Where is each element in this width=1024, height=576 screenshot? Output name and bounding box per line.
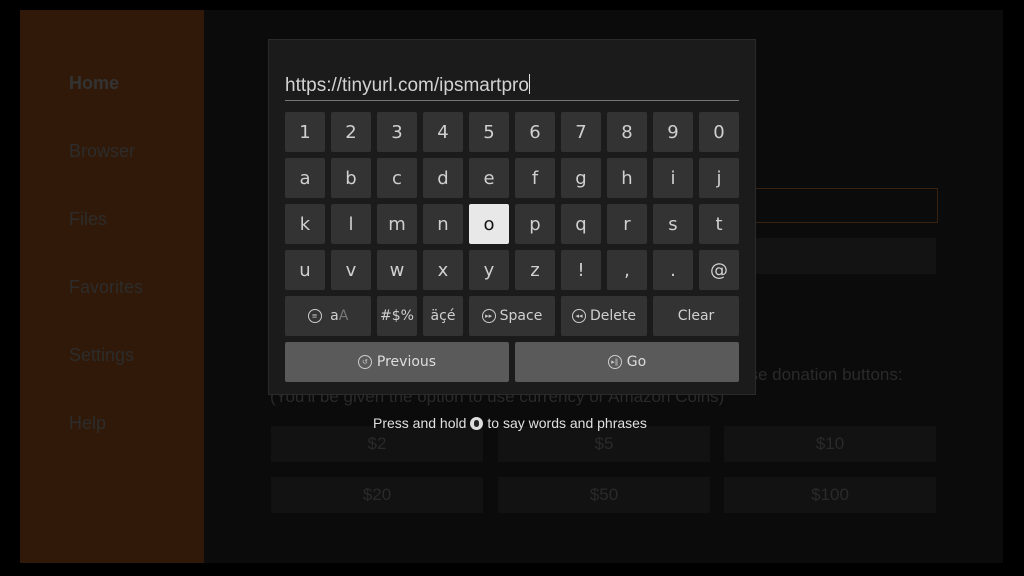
fast-forward-icon: ▸▸ — [481, 309, 496, 323]
url-input[interactable]: https://tinyurl.com/ipsmartpro — [285, 74, 739, 101]
sidebar-item-browser[interactable]: Browser — [69, 141, 135, 162]
menu-icon: ≡ — [307, 309, 322, 323]
rewind-icon: ◂◂ — [572, 309, 586, 323]
sidebar-item-settings[interactable]: Settings — [69, 345, 134, 366]
key-s[interactable]: s — [653, 204, 693, 244]
space-key[interactable]: ▸▸ Space — [469, 296, 555, 336]
key-m[interactable]: m — [377, 204, 417, 244]
donate-20-button[interactable]: $20 — [271, 477, 483, 513]
key-n[interactable]: n — [423, 204, 463, 244]
play-pause-icon: ▸‖ — [607, 355, 622, 369]
key-3[interactable]: 3 — [377, 112, 417, 152]
key-symbol[interactable]: . — [653, 250, 693, 290]
uppercase-label: A — [338, 308, 349, 324]
donation-instructions: ase donation buttons: — [740, 365, 903, 384]
sidebar: Home Browser Files Favorites Settings He… — [20, 10, 204, 563]
key-b[interactable]: b — [331, 158, 371, 198]
key-5[interactable]: 5 — [469, 112, 509, 152]
key-t[interactable]: t — [699, 204, 739, 244]
donate-50-button[interactable]: $50 — [498, 477, 710, 513]
tv-screen: Home Browser Files Favorites Settings He… — [20, 10, 1003, 563]
space-label: Space — [499, 308, 543, 324]
url-input-value: https://tinyurl.com/ipsmartpro — [285, 75, 529, 96]
clear-key[interactable]: Clear — [653, 296, 739, 336]
case-toggle-key[interactable]: ≡ aA — [285, 296, 371, 336]
sidebar-item-home[interactable]: Home — [69, 73, 119, 94]
key-w[interactable]: w — [377, 250, 417, 290]
symbols-key[interactable]: #$% — [377, 296, 417, 336]
key-z[interactable]: z — [515, 250, 555, 290]
key-d[interactable]: d — [423, 158, 463, 198]
keyboard-dialog: https://tinyurl.com/ipsmartpro 123456789… — [268, 39, 756, 395]
hint-text-before: Press and hold — [373, 415, 467, 431]
key-v[interactable]: v — [331, 250, 371, 290]
key-9[interactable]: 9 — [653, 112, 693, 152]
sidebar-item-favorites[interactable]: Favorites — [69, 277, 143, 298]
go-button[interactable]: ▸‖ Go — [515, 342, 739, 382]
key-y[interactable]: y — [469, 250, 509, 290]
key-c[interactable]: c — [377, 158, 417, 198]
key-8[interactable]: 8 — [607, 112, 647, 152]
key-2[interactable]: 2 — [331, 112, 371, 152]
delete-key[interactable]: ◂◂ Delete — [561, 296, 647, 336]
key-e[interactable]: e — [469, 158, 509, 198]
key-x[interactable]: x — [423, 250, 463, 290]
donate-10-button[interactable]: $10 — [724, 426, 936, 462]
key-4[interactable]: 4 — [423, 112, 463, 152]
key-7[interactable]: 7 — [561, 112, 601, 152]
key-a[interactable]: a — [285, 158, 325, 198]
key-k[interactable]: k — [285, 204, 325, 244]
key-j[interactable]: j — [699, 158, 739, 198]
donate-2-button[interactable]: $2 — [271, 426, 483, 462]
key-symbol[interactable]: , — [607, 250, 647, 290]
accents-key[interactable]: äçé — [423, 296, 463, 336]
key-r[interactable]: r — [607, 204, 647, 244]
key-symbol[interactable]: @ — [699, 250, 739, 290]
key-o[interactable]: o — [469, 204, 509, 244]
voice-hint: Press and hold to say words and phrases — [373, 415, 647, 431]
key-1[interactable]: 1 — [285, 112, 325, 152]
sidebar-item-files[interactable]: Files — [69, 209, 107, 230]
donate-5-button[interactable]: $5 — [498, 426, 710, 462]
sidebar-item-help[interactable]: Help — [69, 413, 106, 434]
key-f[interactable]: f — [515, 158, 555, 198]
previous-label: Previous — [376, 354, 437, 370]
key-p[interactable]: p — [515, 204, 555, 244]
delete-label: Delete — [590, 308, 636, 324]
key-6[interactable]: 6 — [515, 112, 555, 152]
go-label: Go — [626, 354, 647, 370]
back-icon: ↺ — [357, 355, 372, 369]
key-g[interactable]: g — [561, 158, 601, 198]
lowercase-label: a — [330, 308, 339, 324]
text-caret — [528, 74, 530, 94]
key-symbol[interactable]: ! — [561, 250, 601, 290]
key-l[interactable]: l — [331, 204, 371, 244]
previous-button[interactable]: ↺ Previous — [285, 342, 509, 382]
key-i[interactable]: i — [653, 158, 693, 198]
hint-text-after: to say words and phrases — [487, 415, 647, 431]
donate-100-button[interactable]: $100 — [724, 477, 936, 513]
key-h[interactable]: h — [607, 158, 647, 198]
key-q[interactable]: q — [561, 204, 601, 244]
microphone-icon — [470, 416, 484, 430]
key-0[interactable]: 0 — [699, 112, 739, 152]
key-u[interactable]: u — [285, 250, 325, 290]
